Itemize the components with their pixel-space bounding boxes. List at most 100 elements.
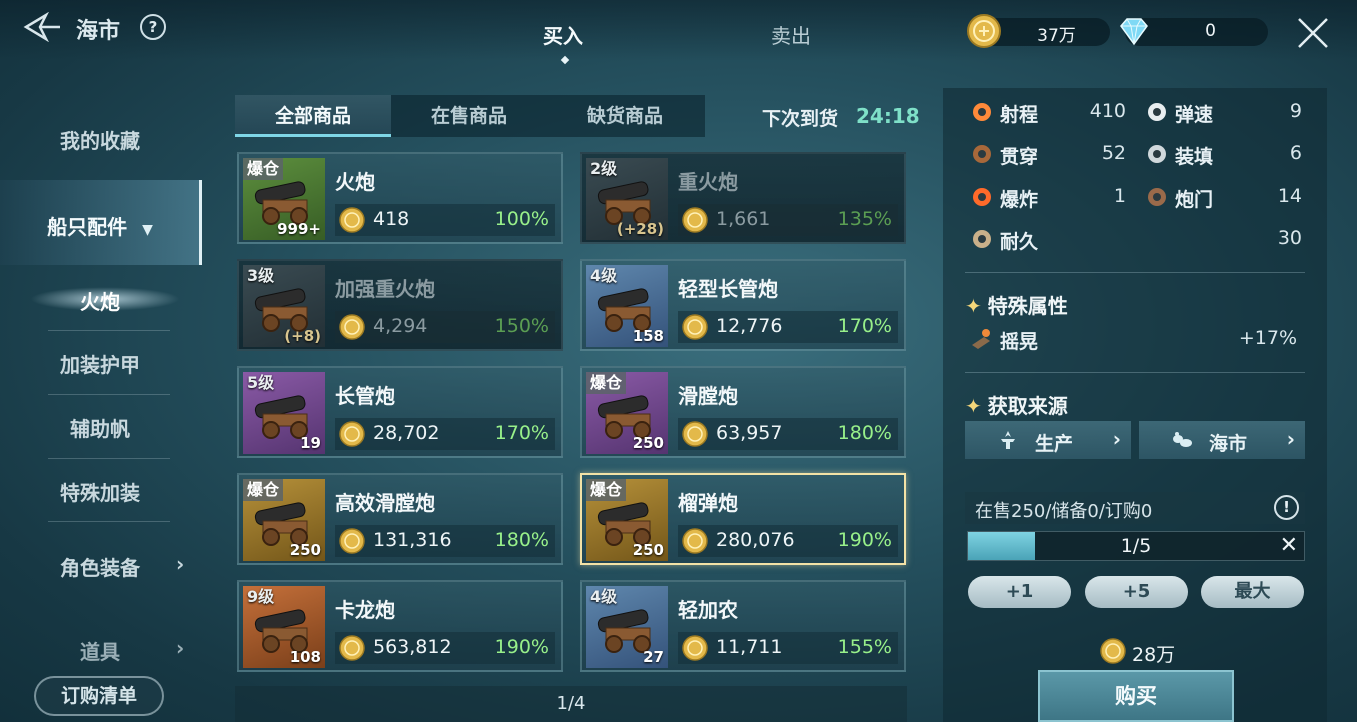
source-market-button[interactable]: 海市 › xyxy=(1139,421,1305,459)
item-name: 重火炮 xyxy=(678,170,738,194)
sidebar-subitem-special[interactable]: 特殊加装 xyxy=(0,477,200,506)
item-card[interactable]: 5级 19 长管炮 28,702 170% xyxy=(237,366,563,458)
item-price: 280,076 xyxy=(716,529,795,551)
item-thumbnail: 4级 27 xyxy=(586,586,668,668)
item-card[interactable]: 2级 (+28) 重火炮 1,661 135% xyxy=(580,152,906,244)
chevron-right-icon: › xyxy=(1286,427,1295,451)
back-arrow-icon[interactable] xyxy=(22,12,62,42)
stat-row: 弹速 9 xyxy=(1145,97,1302,131)
item-count: 250 xyxy=(632,541,664,559)
price-bar: 4,294 150% xyxy=(335,311,555,343)
stat-row: 爆炸 1 xyxy=(970,182,1126,216)
add-one-button[interactable]: +1 xyxy=(968,576,1071,608)
filter-tab-on-sale[interactable]: 在售商品 xyxy=(391,95,547,137)
item-tag: 5级 xyxy=(247,373,275,392)
item-card[interactable]: 3级 (+8) 加强重火炮 4,294 150% xyxy=(237,259,563,351)
filter-tab-all[interactable]: 全部商品 xyxy=(235,95,391,137)
item-card[interactable]: 4级 27 轻加农 11,711 155% xyxy=(580,580,906,672)
sidebar-subitem-armor[interactable]: 加装护甲 xyxy=(0,349,200,378)
price-bar: 28,702 170% xyxy=(335,418,555,450)
item-price-percent: 170% xyxy=(494,422,549,444)
gold-coin-icon xyxy=(682,314,708,340)
item-price-percent: 170% xyxy=(837,315,892,337)
item-tag: 9级 xyxy=(247,587,275,606)
add-five-button[interactable]: +5 xyxy=(1085,576,1188,608)
sidebar-item-items[interactable]: 道具 › xyxy=(0,636,200,665)
tab-buy[interactable]: 买入 xyxy=(543,20,583,49)
special-attributes-title: ✦ 特殊属性 xyxy=(965,290,1068,319)
stat-label: 贯穿 xyxy=(1000,146,1039,168)
stock-text: 在售250/储备0/订购0 xyxy=(975,501,1153,522)
sidebar-item-favorites[interactable]: 我的收藏 xyxy=(0,125,200,154)
durability-icon xyxy=(973,230,991,248)
price-bar: 418 100% xyxy=(335,204,555,236)
item-thumbnail: 2级 (+28) xyxy=(586,158,668,240)
price-bar: 131,316 180% xyxy=(335,525,555,557)
chevron-down-icon: ▼ xyxy=(142,222,153,238)
price-bar: 563,812 190% xyxy=(335,632,555,664)
stat-value: 52 xyxy=(1101,142,1126,164)
item-card[interactable]: 爆仓 250 榴弹炮 280,076 190% xyxy=(580,473,906,565)
close-icon[interactable] xyxy=(1296,16,1330,50)
item-count: 19 xyxy=(300,434,321,452)
tab-sell[interactable]: 卖出 xyxy=(771,20,811,49)
divider xyxy=(48,458,170,459)
item-tag: 4级 xyxy=(590,266,618,285)
item-tag: 4级 xyxy=(590,587,618,606)
info-icon[interactable]: ! xyxy=(1274,495,1299,520)
restock-timer: 24:18 xyxy=(856,104,920,128)
help-icon[interactable]: ? xyxy=(140,14,166,40)
stat-label: 炮门 xyxy=(1175,189,1214,211)
order-list-button[interactable]: 订购清单 xyxy=(34,676,164,716)
section-title-text: 特殊属性 xyxy=(987,294,1068,318)
price-bar: 63,957 180% xyxy=(678,418,898,450)
stock-status-bar: 在售250/储备0/订购0 ! xyxy=(965,492,1305,524)
max-quantity-button[interactable]: 最大 xyxy=(1201,576,1304,608)
source-label: 生产 xyxy=(1035,433,1074,455)
item-price: 563,812 xyxy=(373,636,452,658)
speed-icon xyxy=(1148,103,1166,121)
divider xyxy=(965,372,1305,373)
item-tag: 爆仓 xyxy=(586,372,627,394)
filter-tab-out-of-stock[interactable]: 缺货商品 xyxy=(547,95,703,137)
item-thumbnail: 爆仓 250 xyxy=(586,372,668,454)
total-cost: 28万 xyxy=(1132,644,1176,666)
sidebar-subitem-cannon[interactable]: 火炮 xyxy=(0,286,200,315)
item-thumbnail: 爆仓 250 xyxy=(243,479,325,561)
stat-label: 装填 xyxy=(1175,146,1214,168)
stat-row: 贯穿 52 xyxy=(970,139,1126,173)
stat-value: 410 xyxy=(1089,100,1126,122)
section-title-text: 获取来源 xyxy=(987,394,1068,418)
item-name: 加强重火炮 xyxy=(335,277,435,301)
item-card[interactable]: 爆仓 250 高效滑膛炮 131,316 180% xyxy=(237,473,563,565)
item-thumbnail: 4级 158 xyxy=(586,265,668,347)
item-count: 250 xyxy=(632,434,664,452)
item-name: 榴弹炮 xyxy=(678,491,738,515)
item-price-percent: 190% xyxy=(837,529,892,551)
source-production-button[interactable]: 生产 › xyxy=(965,421,1131,459)
production-icon xyxy=(1001,431,1015,449)
sidebar-item-character-gear[interactable]: 角色装备 › xyxy=(0,552,200,581)
buy-button[interactable]: 购买 xyxy=(1038,670,1234,722)
item-price: 4,294 xyxy=(373,315,428,337)
item-tag: 爆仓 xyxy=(243,479,284,501)
item-price: 418 xyxy=(373,208,410,230)
stat-label: 弹速 xyxy=(1175,104,1214,126)
item-card[interactable]: 4级 158 轻型长管炮 12,776 170% xyxy=(580,259,906,351)
reload-icon xyxy=(1148,145,1166,163)
item-tag: 爆仓 xyxy=(243,158,284,180)
sidebar-subitem-sail[interactable]: 辅助帆 xyxy=(0,413,200,442)
item-price-percent: 135% xyxy=(837,208,892,230)
item-tag: 爆仓 xyxy=(586,479,627,501)
item-card[interactable]: 爆仓 999+ 火炮 418 100% xyxy=(237,152,563,244)
item-card[interactable]: 9级 108 卡龙炮 563,812 190% xyxy=(237,580,563,672)
item-card[interactable]: 爆仓 250 滑膛炮 63,957 180% xyxy=(580,366,906,458)
clear-quantity-icon[interactable]: ✕ xyxy=(1280,533,1298,558)
item-thumbnail: 5级 19 xyxy=(243,372,325,454)
stat-row: 炮门 14 xyxy=(1145,182,1302,216)
sidebar-item-ship-parts[interactable]: 船只配件 ▼ xyxy=(0,211,200,240)
star-icon: ✦ xyxy=(965,294,982,318)
sidebar-item-label: 船只配件 xyxy=(47,215,128,239)
gold-coin-icon xyxy=(682,421,708,447)
quantity-slider[interactable]: 1/5 ✕ xyxy=(967,531,1305,561)
